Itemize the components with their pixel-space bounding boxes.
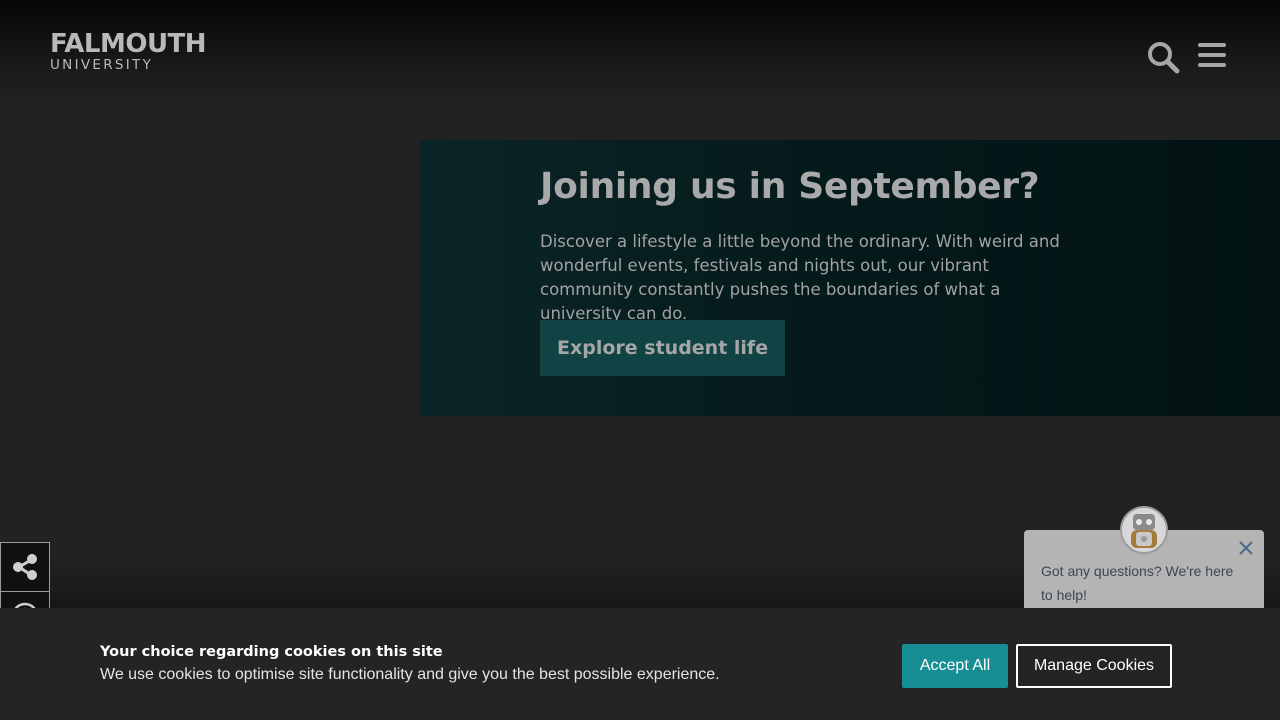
- share-button[interactable]: [0, 542, 50, 592]
- chat-close-button[interactable]: [1238, 540, 1254, 556]
- accept-all-button[interactable]: Accept All: [902, 644, 1008, 688]
- cookie-description: We use cookies to optimise site function…: [100, 666, 720, 683]
- share-icon: [13, 554, 37, 580]
- hero-description: Discover a lifestyle a little beyond the…: [540, 232, 1060, 323]
- chat-avatar: [1120, 506, 1168, 554]
- robot-avatar-icon: [1131, 514, 1157, 548]
- site-logo[interactable]: FALMOUTH UNIVERSITY: [50, 29, 207, 73]
- explore-student-life-button[interactable]: Explore student life: [540, 320, 786, 376]
- chat-message: Got any questions? We're here to help!: [1041, 563, 1234, 603]
- cookie-banner: Your choice regarding cookies on this si…: [0, 608, 1280, 720]
- cookie-title: Your choice regarding cookies on this si…: [100, 644, 443, 660]
- logo-subtitle: UNIVERSITY: [50, 57, 154, 73]
- search-button[interactable]: [1146, 40, 1180, 74]
- close-icon: [1239, 541, 1253, 555]
- logo-wordmark: FALMOUTH: [50, 29, 207, 59]
- menu-button[interactable]: [1196, 40, 1228, 70]
- hero-title: Joining us in September?: [540, 166, 1040, 207]
- manage-cookies-button[interactable]: Manage Cookies: [1016, 644, 1172, 688]
- hero-panel: Joining us in September? Discover a life…: [420, 140, 1280, 416]
- hamburger-menu-icon: [1198, 43, 1226, 67]
- search-icon: [1148, 42, 1180, 74]
